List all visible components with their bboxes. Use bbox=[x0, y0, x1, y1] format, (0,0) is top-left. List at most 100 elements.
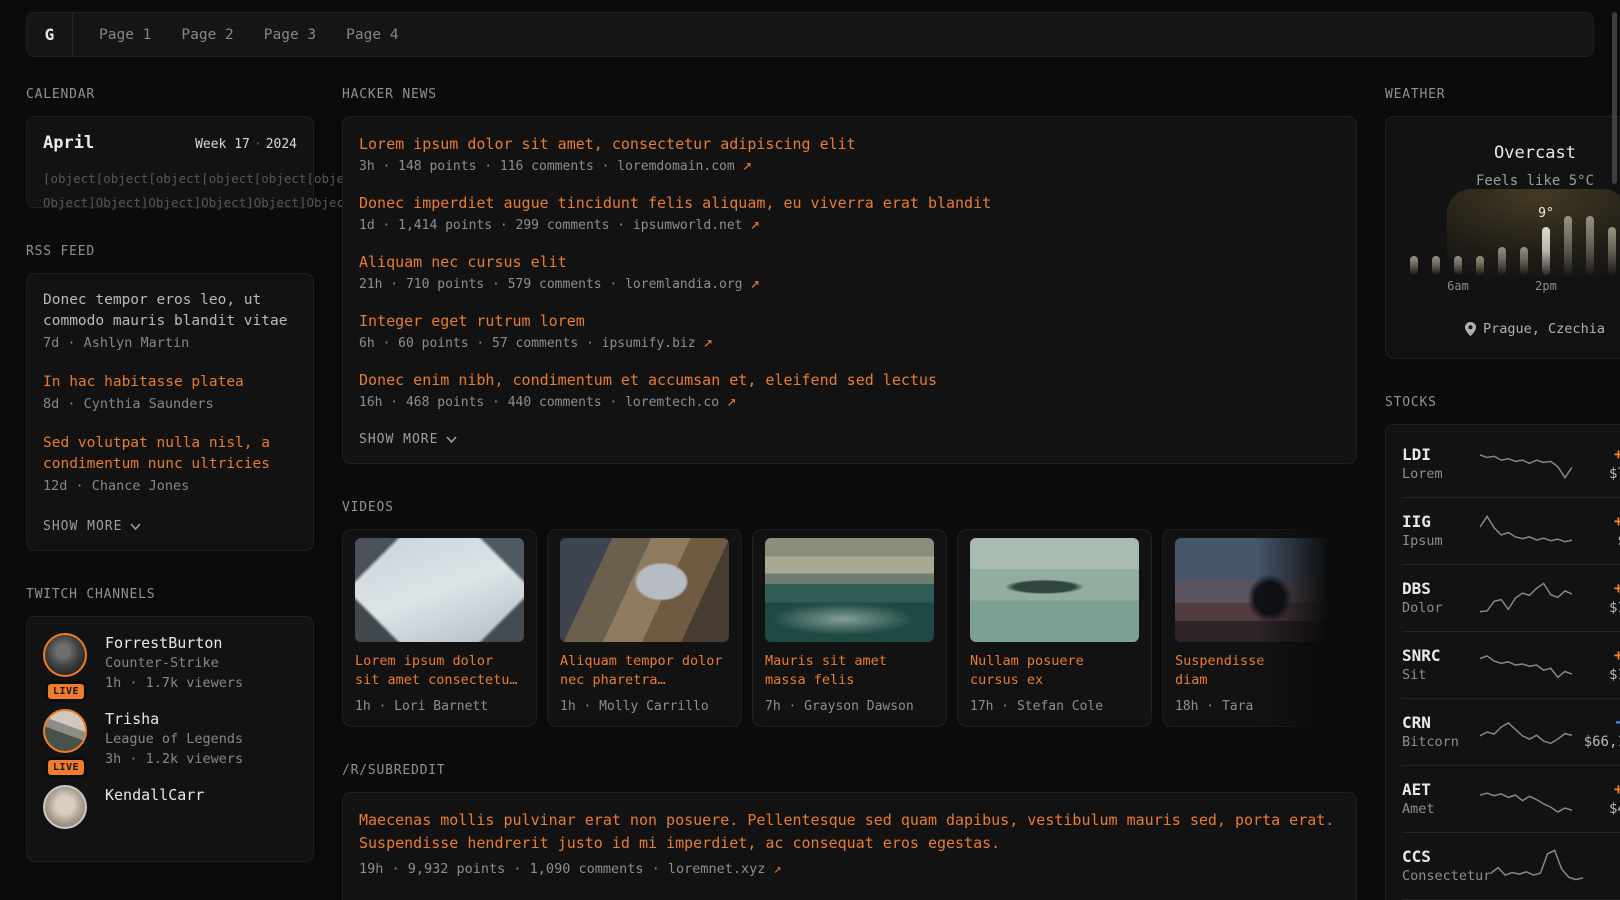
stock-name: Lorem bbox=[1402, 465, 1480, 484]
video-title[interactable]: Mauris sit ametmassa felis bbox=[765, 652, 934, 690]
twitch-channels: LIVE ForrestBurton Counter-Strike 1h · 1… bbox=[43, 633, 297, 829]
stock-price: $795.18 bbox=[1572, 465, 1620, 484]
twitch-channel-info: KendallCarr bbox=[105, 785, 204, 829]
twitch-card: LIVE ForrestBurton Counter-Strike 1h · 1… bbox=[26, 616, 314, 862]
stock-sparkline bbox=[1491, 848, 1583, 884]
external-link-icon[interactable]: ↗ bbox=[703, 332, 713, 351]
twitch-channel-row[interactable]: LIVE Trisha League of Legends 3h · 1.2k … bbox=[43, 709, 297, 769]
weather-bar bbox=[1542, 227, 1550, 275]
video-title[interactable]: Aliquam tempor dolornec pharetra… bbox=[560, 652, 729, 690]
twitch-section-label: TWITCH CHANNELS bbox=[26, 587, 314, 602]
weather-bar bbox=[1608, 227, 1616, 275]
twitch-channel-name: KendallCarr bbox=[105, 785, 204, 805]
video-title-line2: sit amet consectetu… bbox=[355, 671, 524, 690]
page-tab[interactable]: Page 3 bbox=[264, 13, 316, 56]
stock-row[interactable]: IIG Ipsum +2.84% $42.04 bbox=[1402, 497, 1620, 564]
weather-bar bbox=[1432, 256, 1440, 275]
stock-row[interactable]: SNRC Sit +1.36% $148.64 bbox=[1402, 631, 1620, 698]
video-title[interactable]: Lorem ipsum dolorsit amet consectetu… bbox=[355, 652, 524, 690]
hackernews-item-title[interactable]: Aliquam nec cursus elit bbox=[359, 251, 1340, 273]
stock-ticker: CCS bbox=[1402, 846, 1491, 867]
external-link-icon[interactable]: ↗ bbox=[743, 155, 753, 174]
rss-card: Donec tempor eros leo, ut commodo mauris… bbox=[26, 273, 314, 551]
video-card[interactable]: Mauris sit ametmassa felis 7h · Grayson … bbox=[752, 529, 947, 727]
page-tab[interactable]: Page 2 bbox=[181, 13, 233, 56]
stock-change: +1.36% bbox=[1572, 645, 1620, 666]
stock-change: +1.42% bbox=[1572, 578, 1620, 599]
weather-hour-cell bbox=[1601, 205, 1620, 275]
subreddit-post-meta-text: 19h · 9,932 points · 1,090 comments · lo… bbox=[359, 861, 774, 877]
hackernews-item-title[interactable]: Integer eget rutrum lorem bbox=[359, 310, 1340, 332]
video-card[interactable]: Nullam posuerecursus ex 17h · Stefan Col… bbox=[957, 529, 1152, 727]
video-thumbnail[interactable] bbox=[355, 538, 524, 642]
subreddit-card: Maecenas mollis pulvinar erat non posuer… bbox=[342, 792, 1357, 900]
hackernews-item-title[interactable]: Donec enim nibh, condimentum et accumsan… bbox=[359, 369, 1340, 391]
videos-row: Lorem ipsum dolorsit amet consectetu… 1h… bbox=[342, 529, 1357, 727]
twitch-channel-category: Counter-Strike bbox=[105, 653, 243, 673]
twitch-channel-row[interactable]: KendallCarr bbox=[43, 785, 297, 829]
hackernews-item: Donec imperdiet augue tincidunt felis al… bbox=[359, 192, 1340, 237]
weather-card: Overcast Feels like 5°C bbox=[1385, 116, 1620, 359]
video-title-line2: nec pharetra… bbox=[560, 671, 729, 690]
video-meta: 17h · Stefan Cole bbox=[970, 697, 1139, 716]
video-title[interactable]: Suspendissediam bbox=[1175, 652, 1344, 690]
calendar-section: CALENDAR April Week 17·2024 [object Obje… bbox=[26, 87, 314, 208]
subreddit-section-label: /R/SUBREDDIT bbox=[342, 763, 1357, 778]
video-title[interactable]: Nullam posuerecursus ex bbox=[970, 652, 1139, 690]
page-tab-label: Page 2 bbox=[181, 27, 233, 43]
page-scrollbar[interactable] bbox=[1612, 12, 1617, 184]
stock-row[interactable]: AET Amet +0.92% $499.72 bbox=[1402, 765, 1620, 832]
rss-item-title[interactable]: Donec tempor eros leo, ut commodo mauris… bbox=[43, 290, 297, 332]
hackernews-item: Lorem ipsum dolor sit amet, consectetur … bbox=[359, 133, 1340, 178]
rss-item-title[interactable]: Sed volutpat nulla nisl, a condimentum n… bbox=[43, 433, 297, 475]
weather-hour-cell bbox=[1425, 205, 1447, 275]
calendar-card: April Week 17·2024 [object Object][objec… bbox=[26, 116, 314, 208]
subreddit-item: Maecenas mollis pulvinar erat non posuer… bbox=[359, 809, 1340, 880]
stock-name: Amet bbox=[1402, 800, 1480, 819]
rss-item: Sed volutpat nulla nisl, a condimentum n… bbox=[43, 433, 297, 497]
video-title-line1: Aliquam tempor dolor bbox=[560, 652, 729, 671]
video-meta: 1h · Molly Carrillo bbox=[560, 697, 729, 716]
rss-item-title[interactable]: In hac habitasse platea bbox=[43, 372, 297, 393]
video-card[interactable]: Aliquam tempor dolornec pharetra… 1h · M… bbox=[547, 529, 742, 727]
video-card[interactable]: Lorem ipsum dolorsit amet consectetu… 1h… bbox=[342, 529, 537, 727]
stock-sparkline bbox=[1480, 647, 1572, 683]
video-title-line1: Mauris sit amet bbox=[765, 652, 934, 671]
subreddit-post-title[interactable]: Maecenas mollis pulvinar erat non posuer… bbox=[359, 809, 1340, 855]
stock-row[interactable]: DBS Dolor +1.42% $156.28 bbox=[1402, 564, 1620, 631]
calendar-weekday: [object Object] bbox=[43, 167, 96, 191]
page-tab-label: Page 1 bbox=[99, 27, 151, 43]
hackernews-item-meta: 6h · 60 points · 57 comments · ipsumify.… bbox=[359, 336, 703, 351]
page-tab[interactable]: Page 1 bbox=[99, 13, 151, 56]
subreddit-post-meta: 19h · 9,932 points · 1,090 comments · lo… bbox=[359, 858, 1340, 880]
stock-row[interactable]: CRN Bitcorn -1.00% $66,171.48 bbox=[1402, 698, 1620, 765]
external-link-icon[interactable]: ↗ bbox=[727, 391, 737, 410]
hackernews-item-title[interactable]: Lorem ipsum dolor sit amet, consectetur … bbox=[359, 133, 1340, 155]
external-link-icon[interactable]: ↗ bbox=[774, 861, 782, 877]
page-tab[interactable]: Page 4 bbox=[346, 13, 398, 56]
stock-change: +4.35% bbox=[1572, 444, 1620, 465]
hackernews-item-title[interactable]: Donec imperdiet augue tincidunt felis al… bbox=[359, 192, 1340, 214]
weather-hour-cell bbox=[1469, 205, 1491, 275]
stock-name: Consectetur bbox=[1402, 867, 1491, 886]
hackernews-show-more-button[interactable]: SHOW MORE bbox=[359, 432, 457, 447]
external-link-icon[interactable]: ↗ bbox=[750, 273, 760, 292]
video-thumbnail[interactable] bbox=[765, 538, 934, 642]
stock-row[interactable]: LDI Lorem +4.35% $795.18 bbox=[1402, 431, 1620, 497]
video-thumbnail[interactable] bbox=[560, 538, 729, 642]
twitch-channel-meta: 1h · 1.7k viewers bbox=[105, 673, 243, 693]
video-thumbnail[interactable] bbox=[970, 538, 1139, 642]
weather-hour-cell bbox=[1513, 205, 1535, 275]
rss-show-more-button[interactable]: SHOW MORE bbox=[43, 519, 141, 534]
stock-row[interactable]: CCS Consectetur +0.51% $165.84 bbox=[1402, 832, 1620, 899]
stock-ticker: AET bbox=[1402, 779, 1480, 800]
rss-section: RSS FEED Donec tempor eros leo, ut commo… bbox=[26, 244, 314, 551]
video-thumbnail[interactable] bbox=[1175, 538, 1344, 642]
twitch-channel-info: Trisha League of Legends 3h · 1.2k viewe… bbox=[105, 709, 243, 769]
video-card[interactable]: Suspendissediam 18h · Tara bbox=[1162, 529, 1357, 727]
stock-values: +2.84% $42.04 bbox=[1572, 511, 1620, 551]
hackernews-item-meta: 3h · 148 points · 116 comments · loremdo… bbox=[359, 159, 743, 174]
external-link-icon[interactable]: ↗ bbox=[750, 214, 760, 233]
calendar-week-year: Week 17·2024 bbox=[195, 137, 297, 152]
twitch-channel-row[interactable]: LIVE ForrestBurton Counter-Strike 1h · 1… bbox=[43, 633, 297, 693]
